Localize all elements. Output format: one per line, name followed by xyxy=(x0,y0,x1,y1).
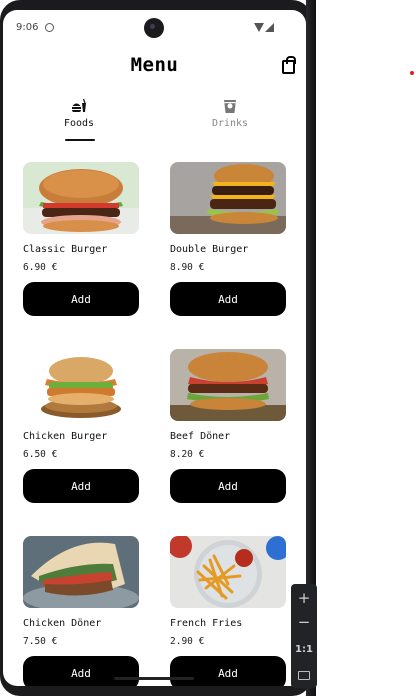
zoom-out-button[interactable]: − xyxy=(291,611,317,633)
status-bar: 9:06 xyxy=(3,10,306,46)
product-price: 2.90 € xyxy=(170,636,205,647)
tab-foods-label: Foods xyxy=(63,118,95,129)
product-price: 6.90 € xyxy=(23,262,58,273)
add-button[interactable]: Add xyxy=(23,656,139,686)
product-name: Chicken Döner xyxy=(23,618,102,629)
product-card: Classic Burger 6.90 € Add xyxy=(23,162,139,332)
fit-screen-icon[interactable] xyxy=(291,664,317,686)
tab-drinks[interactable]: Drinks xyxy=(195,98,265,142)
product-image-classic-burger[interactable] xyxy=(23,162,139,234)
page-title: Menu xyxy=(130,54,179,76)
add-button[interactable]: Add xyxy=(170,469,286,503)
product-card: Chicken Döner 7.50 € Add xyxy=(23,536,139,686)
add-button[interactable]: Add xyxy=(170,656,286,686)
product-price: 8.20 € xyxy=(170,449,205,460)
product-image-double-burger[interactable] xyxy=(170,162,286,234)
product-image-beef-doner[interactable] xyxy=(170,349,286,421)
add-button[interactable]: Add xyxy=(170,282,286,316)
active-tab-indicator xyxy=(65,139,95,141)
product-image-french-fries[interactable] xyxy=(170,536,286,608)
add-button[interactable]: Add xyxy=(23,282,139,316)
product-image-chicken-burger[interactable] xyxy=(23,349,139,421)
notification-icon xyxy=(45,23,54,32)
wifi-icon xyxy=(254,23,264,32)
front-camera xyxy=(144,18,164,38)
product-name: Beef Döner xyxy=(170,431,231,442)
status-time: 9:06 xyxy=(16,22,39,33)
product-card: French Fries 2.90 € Add xyxy=(170,536,286,686)
actual-size-button[interactable]: 1:1 xyxy=(291,639,317,661)
tab-foods[interactable]: Foods xyxy=(44,98,114,142)
product-name: Chicken Burger xyxy=(23,431,108,442)
shopping-bag-icon[interactable] xyxy=(282,56,296,74)
product-name: Classic Burger xyxy=(23,244,108,255)
emulator-toolbar: + − 1:1 xyxy=(291,584,317,688)
product-card: Beef Döner 8.20 € Add xyxy=(170,349,286,519)
product-name: Double Burger xyxy=(170,244,249,255)
zoom-in-button[interactable]: + xyxy=(291,587,317,609)
product-card: Chicken Burger 6.50 € Add xyxy=(23,349,139,519)
product-card: Double Burger 8.90 € Add xyxy=(170,162,286,332)
product-price: 8.90 € xyxy=(170,262,205,273)
gesture-nav-handle[interactable] xyxy=(114,677,194,680)
product-price: 6.50 € xyxy=(23,449,58,460)
signal-icon xyxy=(265,23,274,32)
add-button[interactable]: Add xyxy=(23,469,139,503)
cup-icon xyxy=(224,100,236,113)
product-name: French Fries xyxy=(170,618,243,629)
app-screen: 9:06 Menu Foods Drinks Classic Burger 6.… xyxy=(3,10,306,686)
cursor-dot xyxy=(410,71,414,75)
fast-food-icon xyxy=(72,98,86,112)
product-price: 7.50 € xyxy=(23,636,58,647)
tab-drinks-label: Drinks xyxy=(211,118,249,129)
product-image-chicken-doner[interactable] xyxy=(23,536,139,608)
